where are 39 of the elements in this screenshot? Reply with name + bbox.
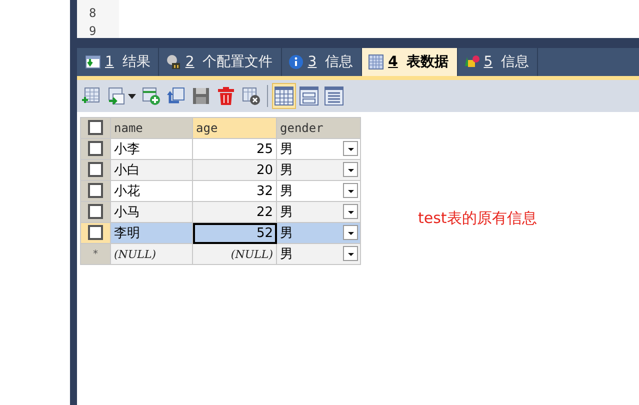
- table-x-icon: [241, 86, 261, 106]
- save-icon: [191, 86, 211, 106]
- column-header[interactable]: name: [110, 118, 192, 138]
- gender-dropdown[interactable]: 男: [276, 244, 360, 264]
- row-checkbox[interactable]: [88, 225, 103, 240]
- refresh-icon: [166, 86, 186, 106]
- row-header[interactable]: [80, 138, 110, 160]
- trash-icon: [216, 86, 236, 106]
- table-cell: 52: [192, 222, 276, 244]
- table-arrow-icon: [106, 86, 126, 106]
- column-header[interactable]: age: [192, 118, 276, 138]
- table-cell: (NULL): [192, 244, 276, 264]
- row-header[interactable]: [80, 222, 110, 244]
- table-plus-icon: [141, 86, 161, 106]
- select-all-checkbox[interactable]: [88, 120, 103, 136]
- row-checkbox[interactable]: [88, 183, 103, 198]
- table-cell: 22: [192, 202, 276, 222]
- table-plus-icon: [81, 86, 101, 106]
- new-row-marker: *: [80, 244, 110, 264]
- info-icon: [288, 54, 304, 70]
- row-checkbox[interactable]: [88, 162, 103, 178]
- row-header[interactable]: [80, 180, 110, 202]
- row-checkbox[interactable]: [88, 141, 103, 156]
- grid-icon: [274, 86, 294, 106]
- line-number: 9: [89, 23, 98, 40]
- form-icon: [299, 86, 319, 106]
- shapes-icon: [464, 54, 480, 70]
- table-cell: (NULL): [110, 244, 192, 264]
- line-number: 8: [89, 5, 98, 22]
- caret-icon: [128, 92, 136, 100]
- row-header[interactable]: [80, 160, 110, 180]
- tab[interactable]: 4 表数据: [362, 48, 458, 76]
- grid-view-button[interactable]: [272, 83, 296, 109]
- table-icon: [368, 54, 384, 70]
- annotation-text: test表的原有信息: [418, 209, 537, 228]
- column-header[interactable]: gender: [276, 118, 360, 138]
- text-lines-icon: [324, 86, 344, 106]
- row-checkbox[interactable]: [88, 204, 103, 220]
- row-header[interactable]: [80, 202, 110, 222]
